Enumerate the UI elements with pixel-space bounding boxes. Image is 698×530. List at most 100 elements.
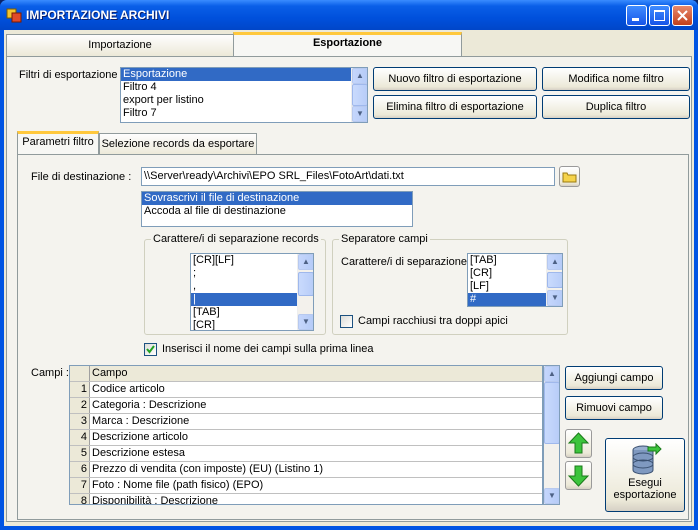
row-field: Prezzo di vendita (con imposte) (EU) (Li… (92, 463, 324, 475)
tab-label: Importazione (88, 39, 152, 51)
table-row[interactable]: 1 Codice articolo (70, 382, 542, 398)
subtab-selezione[interactable]: Selezione records da esportare (99, 133, 257, 155)
row-field: Foto : Nome file (path fisico) (EPO) (92, 479, 264, 491)
row-field: Codice articolo (92, 383, 165, 395)
close-button[interactable] (672, 5, 693, 26)
folder-icon (562, 172, 577, 183)
move-down-button[interactable] (565, 461, 592, 490)
list-item[interactable]: | (191, 293, 313, 306)
list-item[interactable]: , (191, 280, 313, 293)
row-number: 5 (70, 446, 90, 461)
minimize-icon (632, 18, 639, 21)
row-number: 7 (70, 478, 90, 493)
row-number: 1 (70, 382, 90, 397)
table-row[interactable]: 6 Prezzo di vendita (con imposte) (EU) (L… (70, 462, 542, 478)
list-item[interactable]: [TAB] (191, 306, 313, 319)
row-number: 3 (70, 414, 90, 429)
filters-scrollbar[interactable]: ▲ ▼ (351, 68, 367, 122)
destination-label: File di destinazione : (31, 171, 132, 183)
add-field-button[interactable]: Aggiungi campo (565, 366, 663, 390)
row-number: 6 (70, 462, 90, 477)
scroll-thumb[interactable] (298, 272, 313, 296)
field-separator-label: Carattere/i di separazione (341, 256, 467, 268)
window-client: Importazione Esportazione Filtri di espo… (4, 30, 694, 526)
title-bar[interactable]: IMPORTAZIONE ARCHIVI (0, 0, 698, 30)
list-item[interactable]: Accoda al file di destinazione (142, 205, 412, 218)
subtab-parametri[interactable]: Parametri filtro (17, 131, 99, 155)
subtab-label: Parametri filtro (22, 136, 94, 148)
row-number: 2 (70, 398, 90, 413)
maximize-button[interactable] (649, 5, 670, 26)
execute-label-line2: esportazione (613, 489, 677, 501)
browse-button[interactable] (559, 166, 580, 187)
list-item[interactable]: Sovrascrivi il file di destinazione (142, 192, 412, 205)
new-filter-button[interactable]: Nuovo filtro di esportazione (373, 67, 537, 91)
rename-filter-button[interactable]: Modifica nome filtro (542, 67, 690, 91)
table-row[interactable]: 4 Descrizione articolo (70, 430, 542, 446)
scroll-thumb[interactable] (352, 84, 367, 106)
row-field: Categoria : Descrizione (92, 399, 207, 411)
table-row[interactable]: 3 Marca : Descrizione (70, 414, 542, 430)
fields-grid[interactable]: Campo 1 Codice articolo 2 Categoria : Desc… (69, 365, 543, 505)
database-export-icon (632, 443, 662, 475)
record-separator-list[interactable]: [CR][LF] ; , | [TAB] [CR] ▲ ▼ (190, 253, 314, 331)
record-separator-scrollbar[interactable]: ▲ ▼ (297, 254, 313, 330)
delete-filter-button[interactable]: Elimina filtro di esportazione (373, 95, 537, 119)
header-line-checkbox[interactable] (144, 343, 157, 356)
duplicate-filter-button[interactable]: Duplica filtro (542, 95, 690, 119)
scroll-thumb[interactable] (544, 382, 559, 444)
table-row[interactable]: 8 Disponibilità : Descrizione (70, 494, 542, 504)
quotes-checkbox[interactable] (340, 315, 353, 328)
write-mode-list[interactable]: Sovrascrivi il file di destinazione Acco… (141, 191, 413, 227)
filters-list[interactable]: Esportazione Filtro 4 export per listino… (120, 67, 368, 123)
scroll-down-icon[interactable]: ▼ (298, 314, 313, 330)
tab-importazione[interactable]: Importazione (6, 34, 234, 56)
remove-field-button[interactable]: Rimuovi campo (565, 396, 663, 420)
table-row[interactable]: 2 Categoria : Descrizione (70, 398, 542, 414)
scroll-down-icon[interactable]: ▼ (544, 488, 559, 504)
close-icon (677, 10, 688, 21)
group-title: Carattere/i di separazione records (151, 233, 321, 245)
subtab-label: Selezione records da esportare (101, 138, 255, 150)
list-item[interactable]: [CR][LF] (191, 254, 313, 267)
destination-input[interactable]: \\Server\ready\Archivi\EPO SRL_Files\Fot… (141, 167, 555, 186)
app-window: IMPORTAZIONE ARCHIVI Importazione Esport… (0, 0, 698, 530)
checkmark-icon (146, 345, 155, 354)
list-item[interactable]: [CR] (191, 319, 313, 330)
tab-esportazione[interactable]: Esportazione (233, 32, 462, 57)
scroll-down-icon[interactable]: ▼ (352, 106, 367, 122)
filters-label: Filtri di esportazione : (19, 69, 124, 81)
group-title: Separatore campi (339, 233, 430, 245)
field-separator-list[interactable]: [TAB] [CR] [LF] # ▲ ▼ (467, 253, 563, 307)
table-row[interactable]: 7 Foto : Nome file (path fisico) (EPO) (70, 478, 542, 494)
scroll-up-icon[interactable]: ▲ (298, 254, 313, 270)
tab-label: Esportazione (312, 37, 383, 49)
move-up-button[interactable] (565, 429, 592, 458)
scroll-down-icon[interactable]: ▼ (547, 290, 562, 306)
field-separator-scrollbar[interactable]: ▲ ▼ (546, 254, 562, 306)
fields-label: Campi : (31, 367, 69, 379)
list-item[interactable]: export per listino (121, 94, 367, 107)
table-row[interactable]: 5 Descrizione estesa (70, 446, 542, 462)
window-title: IMPORTAZIONE ARCHIVI (26, 8, 170, 22)
scroll-up-icon[interactable]: ▲ (352, 68, 367, 84)
list-item[interactable]: ; (191, 267, 313, 280)
row-number: 4 (70, 430, 90, 445)
execute-export-button[interactable]: Esegui esportazione (605, 438, 685, 512)
scroll-thumb[interactable] (547, 272, 562, 288)
execute-label-line1: Esegui (628, 477, 662, 489)
list-item[interactable]: Filtro 4 (121, 81, 367, 94)
minimize-button[interactable] (626, 5, 647, 26)
list-item[interactable]: Esportazione (121, 68, 367, 81)
fields-scrollbar[interactable]: ▲ ▼ (543, 365, 560, 505)
parameters-panel: File di destinazione : \\Server\ready\Ar… (17, 154, 689, 520)
grid-corner (70, 366, 90, 381)
row-field: Marca : Descrizione (92, 415, 190, 427)
scroll-up-icon[interactable]: ▲ (547, 254, 562, 270)
app-icon (6, 8, 22, 23)
arrow-down-icon (567, 465, 590, 487)
grid-header: Campo (70, 366, 542, 382)
scroll-up-icon[interactable]: ▲ (544, 366, 559, 382)
header-line-label: Inserisci il nome dei campi sulla prima … (162, 343, 374, 355)
list-item[interactable]: Filtro 7 (121, 107, 367, 120)
